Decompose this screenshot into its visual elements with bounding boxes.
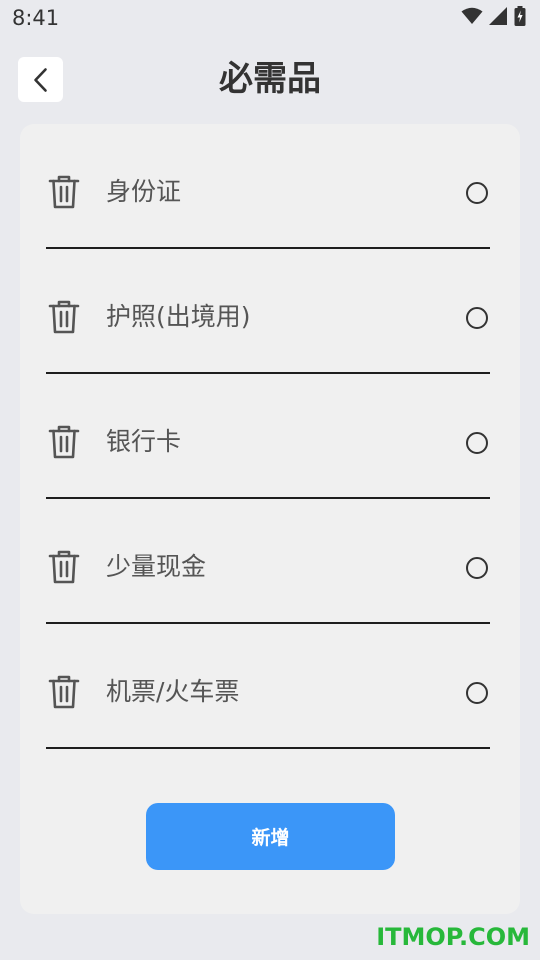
item-checkbox[interactable]: [466, 557, 488, 579]
trash-icon[interactable]: [48, 174, 80, 210]
item-checkbox[interactable]: [466, 182, 488, 204]
list-item: 身份证: [46, 124, 490, 249]
status-icons: [461, 6, 526, 30]
watermark: ITMOP.COM: [376, 923, 530, 951]
list-item: 银行卡: [46, 374, 490, 499]
status-time: 8:41: [12, 6, 60, 30]
page-title: 必需品: [219, 59, 321, 99]
status-bar: 8:41: [0, 0, 540, 38]
item-label: 少量现金: [106, 552, 207, 581]
wifi-icon: [461, 7, 483, 29]
list-item: 机票/火车票: [46, 624, 490, 749]
item-label: 护照(出境用): [106, 302, 251, 331]
item-label: 机票/火车票: [106, 677, 240, 706]
item-label: 银行卡: [106, 427, 182, 456]
checklist-card: 身份证 护照(出境用) 银行卡 少量现金 机票/火车票 新增: [20, 124, 520, 914]
item-label: 身份证: [106, 177, 182, 206]
add-button[interactable]: 新增: [146, 803, 395, 870]
trash-icon[interactable]: [48, 299, 80, 335]
trash-icon[interactable]: [48, 674, 80, 710]
cellular-signal-icon: [489, 7, 508, 29]
trash-icon[interactable]: [48, 549, 80, 585]
trash-icon[interactable]: [48, 424, 80, 460]
battery-charging-icon: [514, 6, 526, 30]
item-checkbox[interactable]: [466, 432, 488, 454]
item-checkbox[interactable]: [466, 307, 488, 329]
header: 必需品: [0, 48, 540, 112]
item-checkbox[interactable]: [466, 682, 488, 704]
list-item: 护照(出境用): [46, 249, 490, 374]
list-item: 少量现金: [46, 499, 490, 624]
